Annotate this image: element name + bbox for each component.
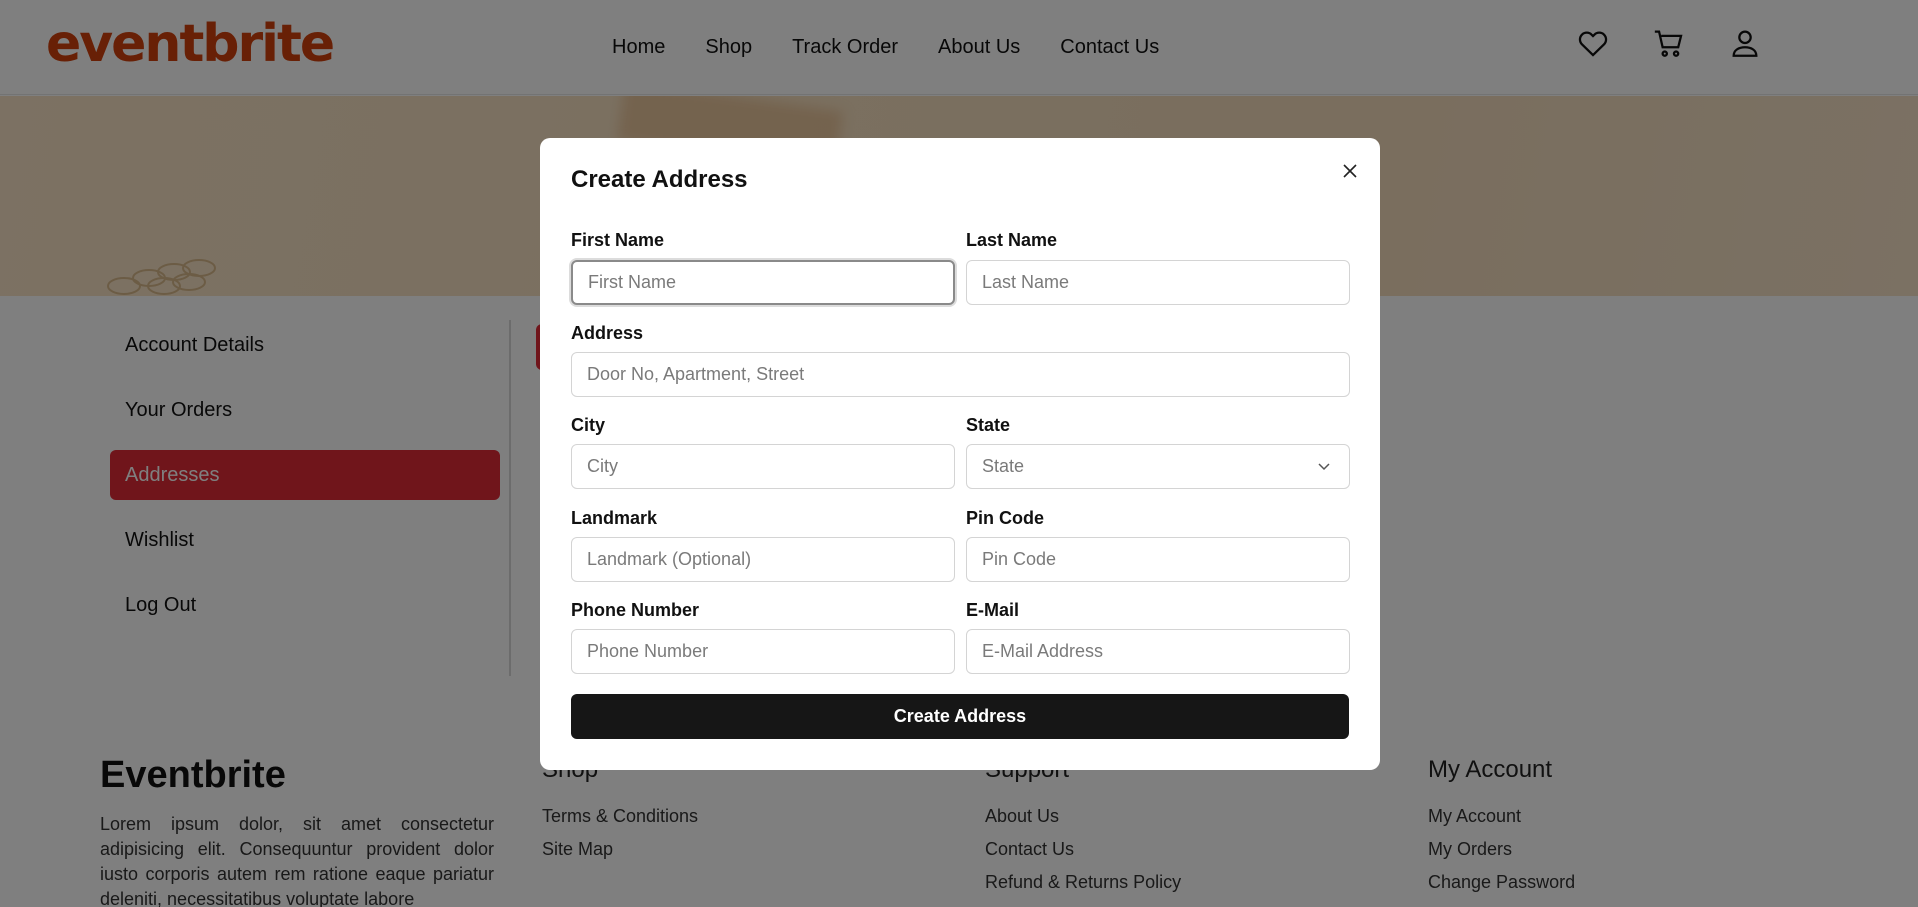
landmark-field[interactable] bbox=[571, 537, 955, 582]
last-name-field[interactable] bbox=[966, 260, 1350, 305]
pin-code-field[interactable] bbox=[966, 537, 1350, 582]
landmark-label: Landmark bbox=[571, 508, 658, 528]
create-address-button[interactable]: Create Address bbox=[571, 694, 1349, 739]
create-address-dialog: Create Address First Name Last Name Addr… bbox=[540, 138, 1380, 770]
close-icon[interactable] bbox=[1336, 157, 1364, 185]
phone-number-label: Phone Number bbox=[571, 600, 700, 620]
first-name-label: First Name bbox=[571, 230, 665, 250]
dialog-title: Create Address bbox=[571, 166, 748, 193]
pin-code-label: Pin Code bbox=[966, 508, 1045, 528]
state-select[interactable]: State bbox=[966, 444, 1350, 489]
address-label: Address bbox=[571, 323, 644, 343]
state-select-value: State bbox=[982, 456, 1025, 476]
address-field[interactable] bbox=[571, 352, 1350, 397]
city-field[interactable] bbox=[571, 444, 955, 489]
first-name-field[interactable] bbox=[571, 260, 955, 305]
phone-number-field[interactable] bbox=[571, 629, 955, 674]
chevron-down-icon bbox=[1318, 463, 1330, 471]
state-label: State bbox=[966, 415, 1011, 435]
email-field[interactable] bbox=[966, 629, 1350, 674]
last-name-label: Last Name bbox=[966, 230, 1058, 250]
city-label: City bbox=[571, 415, 606, 435]
email-label: E-Mail bbox=[966, 600, 1020, 620]
